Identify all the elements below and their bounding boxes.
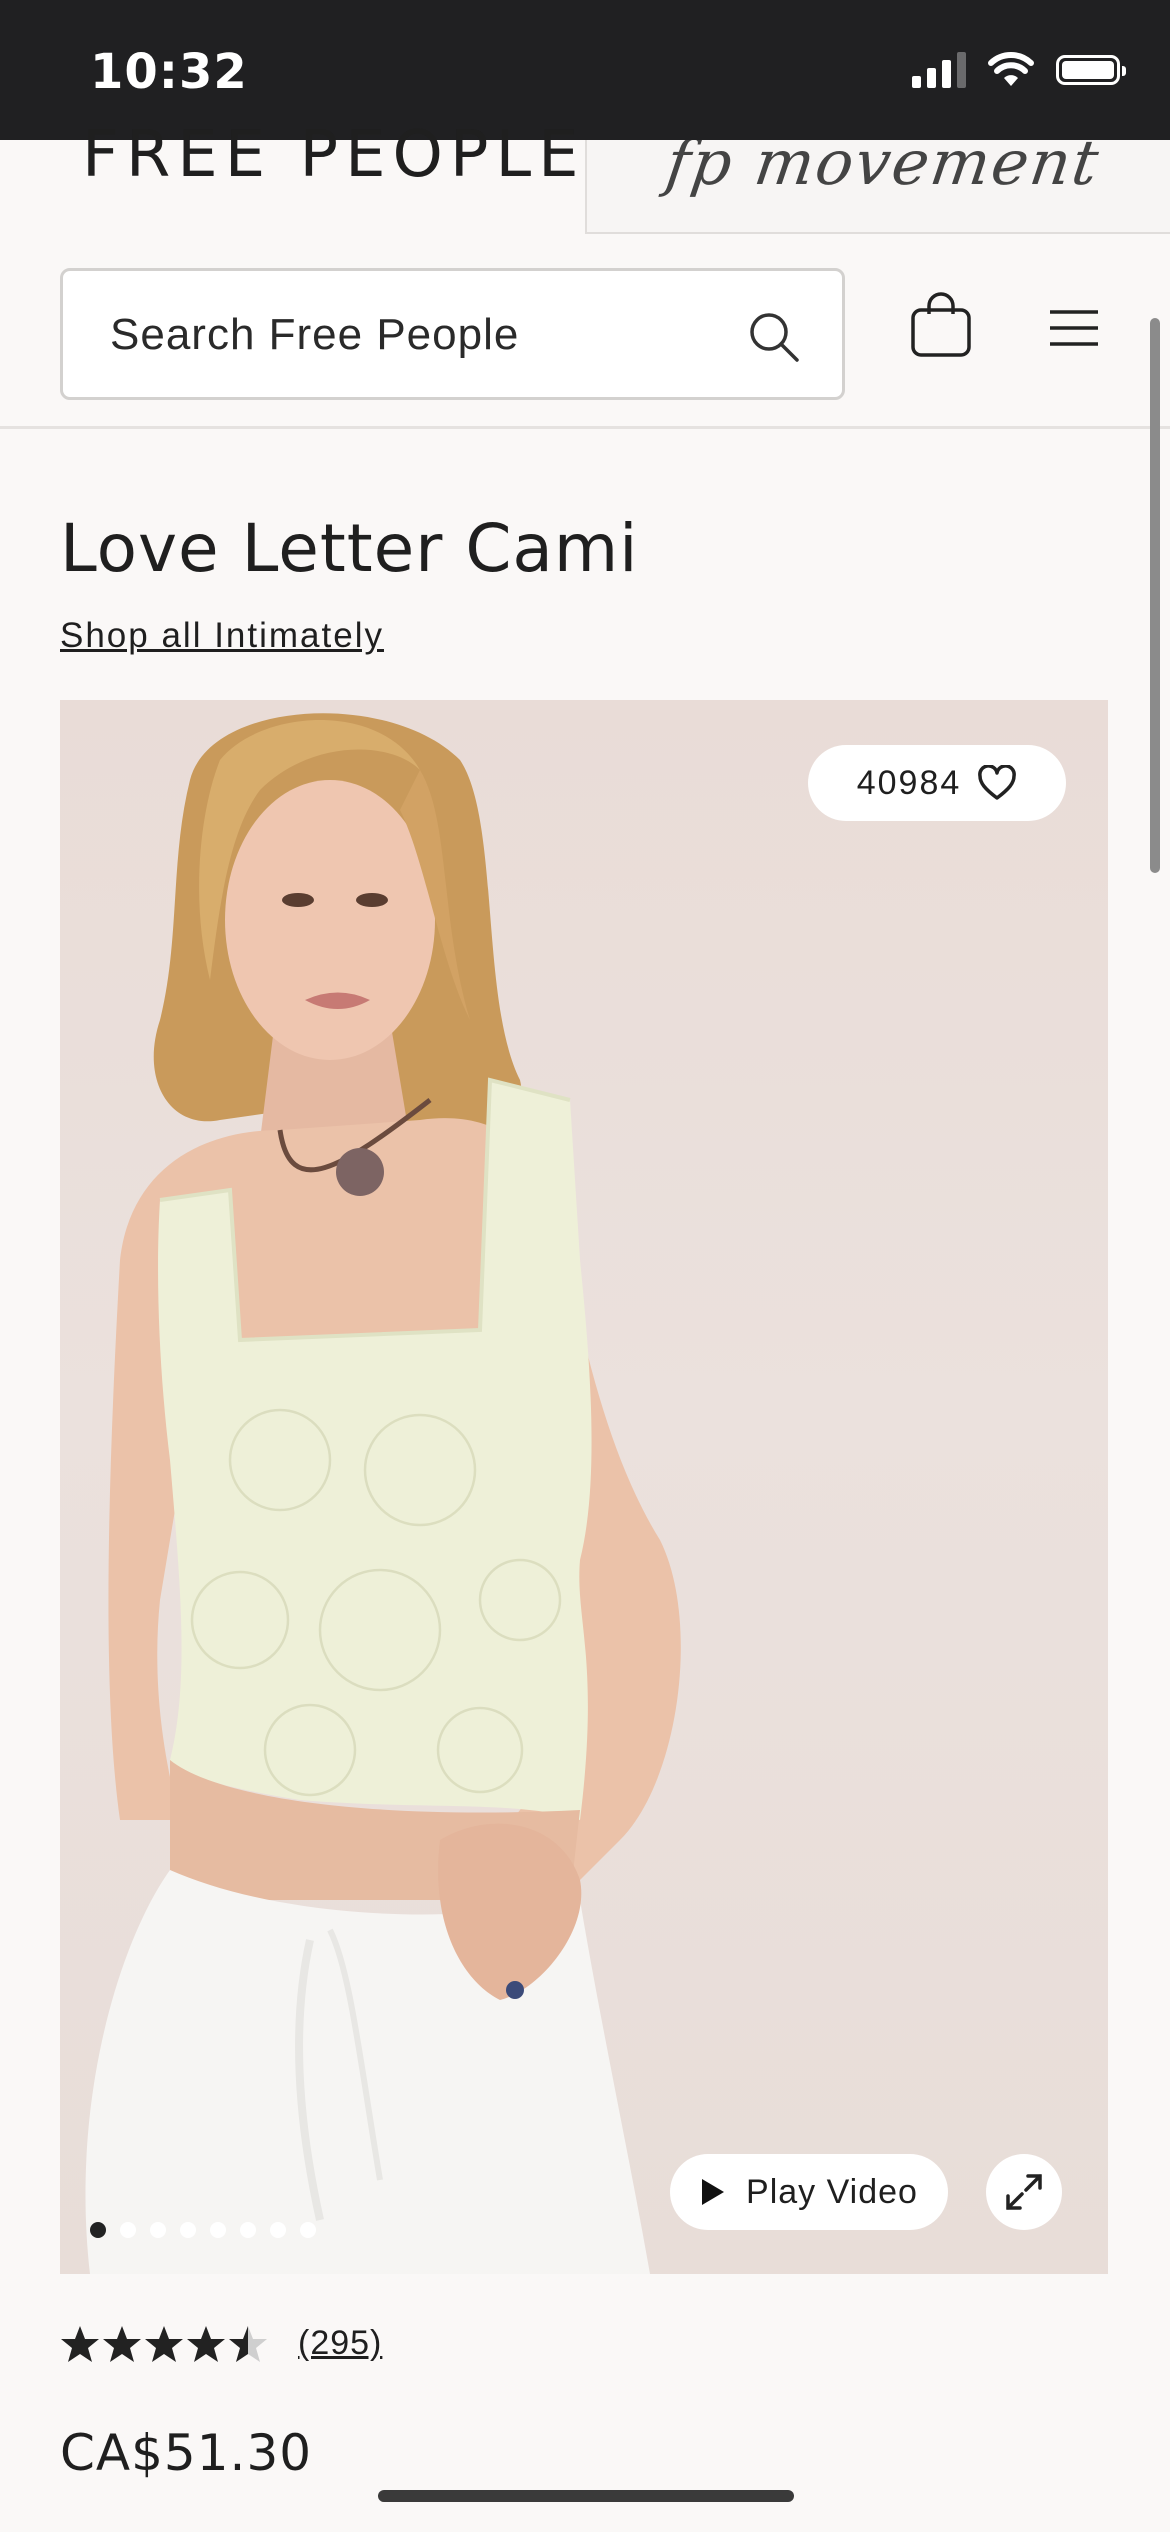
play-video-button[interactable]: Play Video <box>670 2154 948 2230</box>
search-input[interactable] <box>108 271 732 399</box>
gallery-dot[interactable] <box>210 2222 226 2238</box>
star-icon <box>103 2325 141 2362</box>
rating-row[interactable]: (295) <box>60 2324 382 2363</box>
review-count-link[interactable]: (295) <box>298 2324 382 2363</box>
scrollbar[interactable] <box>1150 318 1160 873</box>
fp-movement-tab[interactable]: fp movement <box>585 140 1170 234</box>
half-star-icon <box>229 2325 267 2362</box>
product-price: CA$51.30 <box>60 2424 313 2482</box>
brand-header: FREE PEOPLE fp movement <box>0 118 1170 236</box>
heart-icon <box>978 765 1017 800</box>
cellular-signal-icon <box>912 52 966 88</box>
gallery-dot[interactable] <box>120 2222 136 2238</box>
gallery-dot[interactable] <box>240 2222 256 2238</box>
star-icon <box>145 2325 183 2362</box>
header-divider <box>0 426 1170 429</box>
play-icon <box>702 2179 725 2205</box>
shop-all-link[interactable]: Shop all Intimately <box>60 616 384 656</box>
gallery-dot[interactable] <box>150 2222 166 2238</box>
star-icon <box>61 2325 99 2362</box>
wishlist-button[interactable]: 40984 <box>808 745 1066 821</box>
search-icon[interactable] <box>748 311 800 363</box>
gallery-dot[interactable] <box>270 2222 286 2238</box>
gallery-dot[interactable] <box>300 2222 316 2238</box>
expand-icon <box>1006 2174 1042 2210</box>
search-bar[interactable] <box>60 268 845 400</box>
gallery-dot-active[interactable] <box>90 2222 106 2238</box>
wishlist-count: 40984 <box>856 763 962 802</box>
star-icon <box>187 2325 225 2362</box>
menu-icon[interactable] <box>1048 308 1100 348</box>
fp-movement-logo: fp movement <box>661 140 1105 199</box>
expand-image-button[interactable] <box>986 2154 1062 2230</box>
bag-icon[interactable] <box>910 292 972 358</box>
product-image-gallery[interactable]: 40984 Play Video <box>60 700 1108 2274</box>
product-title: Love Letter Cami <box>60 510 639 587</box>
star-rating <box>60 2325 268 2363</box>
wifi-icon <box>988 52 1034 86</box>
gallery-pagination <box>90 2222 316 2238</box>
free-people-logo[interactable]: FREE PEOPLE <box>82 118 586 192</box>
gallery-dot[interactable] <box>180 2222 196 2238</box>
status-time: 10:32 <box>90 44 248 100</box>
home-indicator[interactable] <box>378 2490 794 2502</box>
battery-icon <box>1056 55 1126 85</box>
status-icons <box>912 52 1126 88</box>
product-photo <box>85 713 681 2274</box>
play-video-label: Play Video <box>746 2172 918 2211</box>
